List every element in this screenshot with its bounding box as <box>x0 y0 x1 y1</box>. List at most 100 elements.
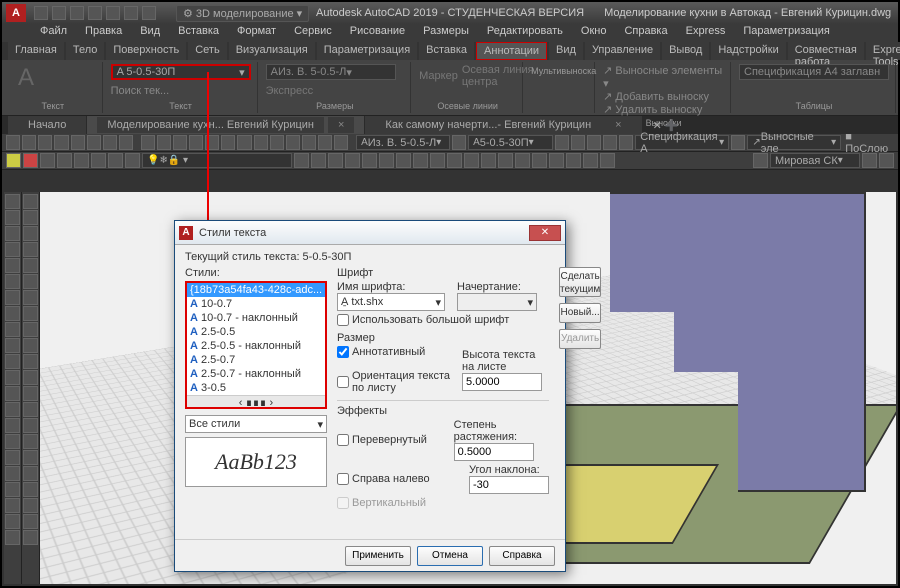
flip-checkbox[interactable]: Перевернутый <box>337 434 442 446</box>
ribbon-tab[interactable]: Тело <box>66 42 105 60</box>
tool-btn[interactable] <box>54 135 68 150</box>
tool-btn[interactable] <box>498 153 513 168</box>
tool-btn[interactable] <box>237 135 251 150</box>
tool-btn[interactable] <box>5 402 20 417</box>
tool-btn[interactable] <box>5 322 20 337</box>
tool-btn[interactable] <box>5 514 20 529</box>
tool-btn[interactable] <box>566 153 581 168</box>
tool-btn[interactable] <box>413 153 428 168</box>
tool-btn[interactable] <box>532 153 547 168</box>
ucs-combo[interactable]: Мировая СК ▾ <box>770 153 860 168</box>
tool-btn[interactable] <box>23 210 38 225</box>
list-item[interactable]: A10-0.7 - наклонный <box>187 311 325 325</box>
tool-btn[interactable] <box>583 153 598 168</box>
tool-btn[interactable] <box>141 135 155 150</box>
tool-btn[interactable] <box>5 338 20 353</box>
menu-item[interactable]: Редактировать <box>479 24 571 42</box>
tool-btn[interactable] <box>23 322 38 337</box>
ribbon-tab[interactable]: Вывод <box>662 42 709 60</box>
tool-btn[interactable] <box>57 153 72 168</box>
tool-btn[interactable] <box>5 226 20 241</box>
close-icon[interactable]: × <box>605 117 631 133</box>
tool-btn[interactable] <box>5 370 20 385</box>
app-logo-icon[interactable]: A <box>6 4 26 22</box>
tool-btn[interactable] <box>311 153 326 168</box>
ribbon-tab[interactable]: Вид <box>549 42 583 60</box>
tool-btn[interactable] <box>334 135 348 150</box>
rtl-checkbox[interactable]: Справа налево <box>337 473 457 485</box>
menu-item[interactable]: Формат <box>229 24 284 42</box>
h-scrollbar[interactable]: ‹ ∎∎∎ › <box>187 395 325 409</box>
combo[interactable]: A 5-0.5-30П ▾ <box>468 135 553 150</box>
filter-combo[interactable]: Все стили▾ <box>185 415 327 433</box>
add-leader[interactable]: ↗ Добавить выноску <box>603 90 724 103</box>
tool-btn[interactable] <box>879 153 894 168</box>
menu-item[interactable]: Размеры <box>415 24 477 42</box>
tool-btn[interactable] <box>254 135 268 150</box>
font-name-combo[interactable]: A̱ txt.shx▾ <box>337 293 445 311</box>
tool-btn[interactable] <box>862 153 877 168</box>
menu-item[interactable]: Справка <box>616 24 675 42</box>
combo[interactable]: A Из. В. 5-0.5-Л ▾ <box>356 135 450 150</box>
tool-btn[interactable] <box>5 530 20 545</box>
list-item[interactable]: A2.5-0.5 - наклонный <box>187 339 325 353</box>
menu-item[interactable]: Файл <box>32 24 75 42</box>
tool-btn[interactable] <box>328 153 343 168</box>
tool-btn[interactable] <box>515 153 530 168</box>
doc-tab[interactable]: Начало <box>8 116 86 134</box>
new-button[interactable]: Новый... <box>559 303 601 323</box>
styles-listbox[interactable]: {18b73a54fa43-428c-adc... A10-0.7 A10-0.… <box>185 281 327 409</box>
tool-btn[interactable] <box>270 135 284 150</box>
qat-btn[interactable] <box>88 6 102 20</box>
tool-btn[interactable] <box>731 135 745 150</box>
tool-btn[interactable] <box>22 135 36 150</box>
menu-item[interactable]: Сервис <box>286 24 340 42</box>
table-style-combo[interactable]: Спецификация А4 заглавн <box>739 64 889 80</box>
ribbon-tab[interactable]: Сеть <box>188 42 226 60</box>
tool-btn[interactable] <box>587 135 601 150</box>
tool-btn[interactable] <box>38 135 52 150</box>
tool-btn[interactable] <box>91 153 106 168</box>
tool-btn[interactable] <box>74 153 89 168</box>
annotative-checkbox[interactable]: Аннотативный <box>337 346 450 358</box>
tool-btn[interactable] <box>23 514 38 529</box>
tool-btn[interactable] <box>600 153 615 168</box>
close-button[interactable]: ✕ <box>529 225 561 241</box>
layer-combo[interactable]: 💡❄🔒 ▾ <box>142 153 292 168</box>
tool-btn[interactable] <box>221 135 235 150</box>
ratio-input[interactable] <box>454 443 534 461</box>
ribbon-tab[interactable]: Параметризация <box>317 42 417 60</box>
tool-btn[interactable] <box>302 135 316 150</box>
tool-btn[interactable] <box>23 242 38 257</box>
tool-btn[interactable] <box>71 135 85 150</box>
tool-btn[interactable] <box>23 194 38 209</box>
ribbon-tab[interactable]: Express Tools <box>866 42 900 60</box>
tool-btn[interactable] <box>23 354 38 369</box>
ribbon-tab[interactable]: Поверхность <box>106 42 186 60</box>
tool-btn[interactable] <box>571 135 585 150</box>
tool-btn[interactable] <box>5 434 20 449</box>
menu-item[interactable]: Вставка <box>170 24 227 42</box>
menu-item[interactable]: Параметризация <box>735 24 837 42</box>
tool-btn[interactable] <box>23 386 38 401</box>
tool-btn[interactable] <box>5 386 20 401</box>
tool-btn[interactable] <box>189 135 203 150</box>
list-item[interactable]: A2.5-0.7 <box>187 353 325 367</box>
font-style-combo[interactable]: ▾ <box>457 293 537 311</box>
orient-checkbox[interactable]: Ориентация текста по листу <box>337 370 450 394</box>
menu-item[interactable]: Окно <box>573 24 615 42</box>
tool-btn[interactable] <box>481 153 496 168</box>
tool-btn[interactable] <box>23 402 38 417</box>
height-input[interactable] <box>462 373 542 391</box>
tool-btn[interactable] <box>5 258 20 273</box>
tool-btn[interactable] <box>23 274 38 289</box>
find-text[interactable]: Поиск тек... <box>111 85 170 97</box>
tool-btn[interactable] <box>379 153 394 168</box>
tool-btn[interactable] <box>23 498 38 513</box>
ucs-icon[interactable] <box>753 153 768 168</box>
tool-btn[interactable] <box>5 450 20 465</box>
tool-btn[interactable] <box>23 226 38 241</box>
qat-btn[interactable] <box>70 6 84 20</box>
combo[interactable]: Спецификация А ▾ <box>635 135 729 150</box>
tool-btn[interactable] <box>23 306 38 321</box>
